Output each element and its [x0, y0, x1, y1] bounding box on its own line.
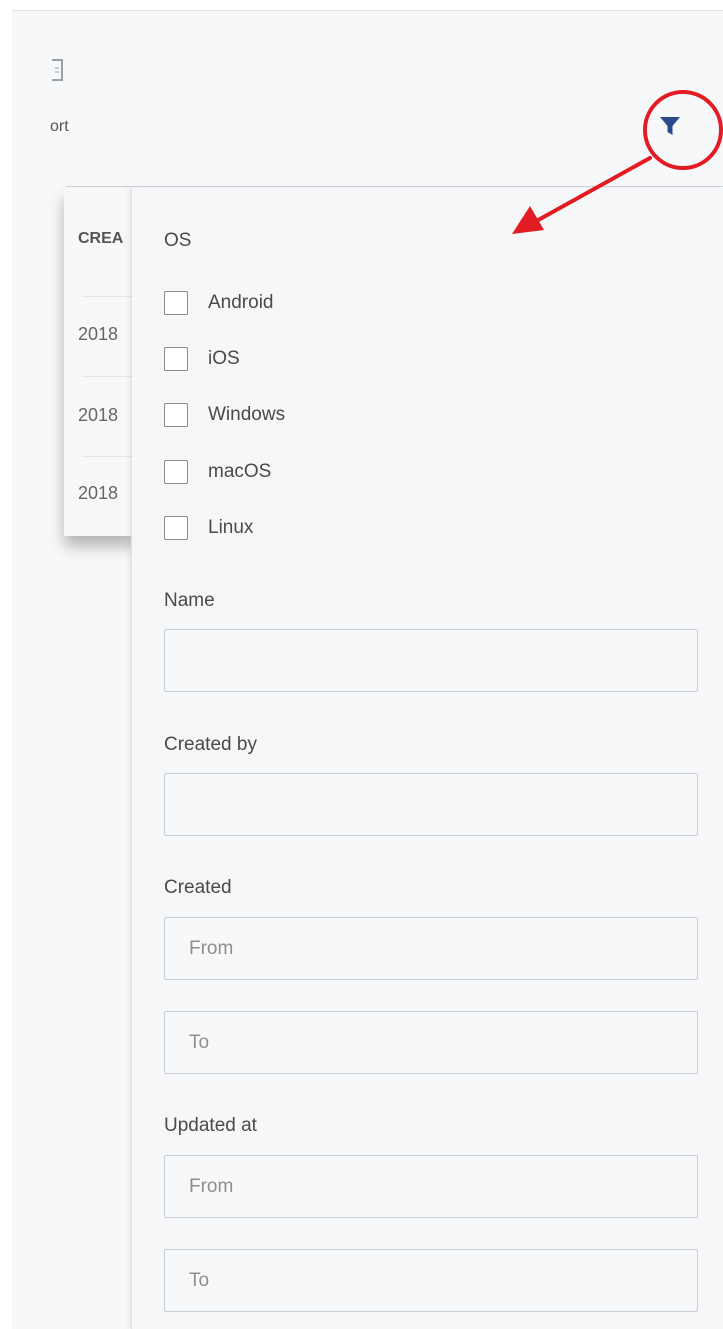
created-filter-label: Created	[164, 877, 232, 898]
name-filter-label: Name	[164, 590, 215, 611]
os-filter-label: OS	[164, 230, 192, 251]
checkbox-label: iOS	[208, 348, 240, 369]
filter-panel: OS Android iOS Windows macOS Linux Name …	[131, 188, 723, 1329]
checkbox-label: macOS	[208, 461, 272, 482]
created-by-input[interactable]	[164, 773, 698, 836]
row-divider	[82, 376, 136, 377]
table-cell-created: 2018	[78, 483, 119, 503]
checkbox[interactable]	[164, 291, 188, 315]
export-label[interactable]: ort	[50, 118, 69, 136]
row-divider	[82, 296, 136, 297]
name-input[interactable]	[164, 629, 698, 692]
toolbar-divider	[66, 186, 723, 187]
updated-at-to-input[interactable]	[164, 1249, 698, 1312]
profiles-table: CREA 2018 2018 2018	[64, 188, 136, 536]
updated-at-filter-label: Updated at	[164, 1115, 257, 1136]
created-by-filter-label: Created by	[164, 734, 257, 755]
os-option-macos[interactable]: macOS	[164, 459, 271, 485]
checkbox[interactable]	[164, 516, 188, 540]
os-option-android[interactable]: Android	[164, 290, 274, 316]
table-cell-created: 2018	[78, 405, 119, 425]
row-divider	[82, 456, 136, 457]
checkbox[interactable]	[164, 347, 188, 371]
filter-funnel-icon[interactable]	[658, 114, 682, 138]
checkbox[interactable]	[164, 403, 188, 427]
column-header-created[interactable]: CREA	[78, 230, 123, 248]
created-from-input[interactable]	[164, 917, 698, 980]
top-border	[12, 10, 723, 11]
table-cell-created: 2018	[78, 324, 119, 344]
checkbox-label: Linux	[208, 517, 254, 538]
os-option-linux[interactable]: Linux	[164, 515, 253, 541]
os-option-ios[interactable]: iOS	[164, 346, 240, 372]
export-icon[interactable]	[50, 58, 66, 82]
checkbox-label: Android	[208, 292, 274, 313]
checkbox[interactable]	[164, 460, 188, 484]
os-option-windows[interactable]: Windows	[164, 402, 285, 428]
checkbox-label: Windows	[208, 404, 286, 425]
updated-at-from-input[interactable]	[164, 1155, 698, 1218]
created-to-input[interactable]	[164, 1011, 698, 1074]
